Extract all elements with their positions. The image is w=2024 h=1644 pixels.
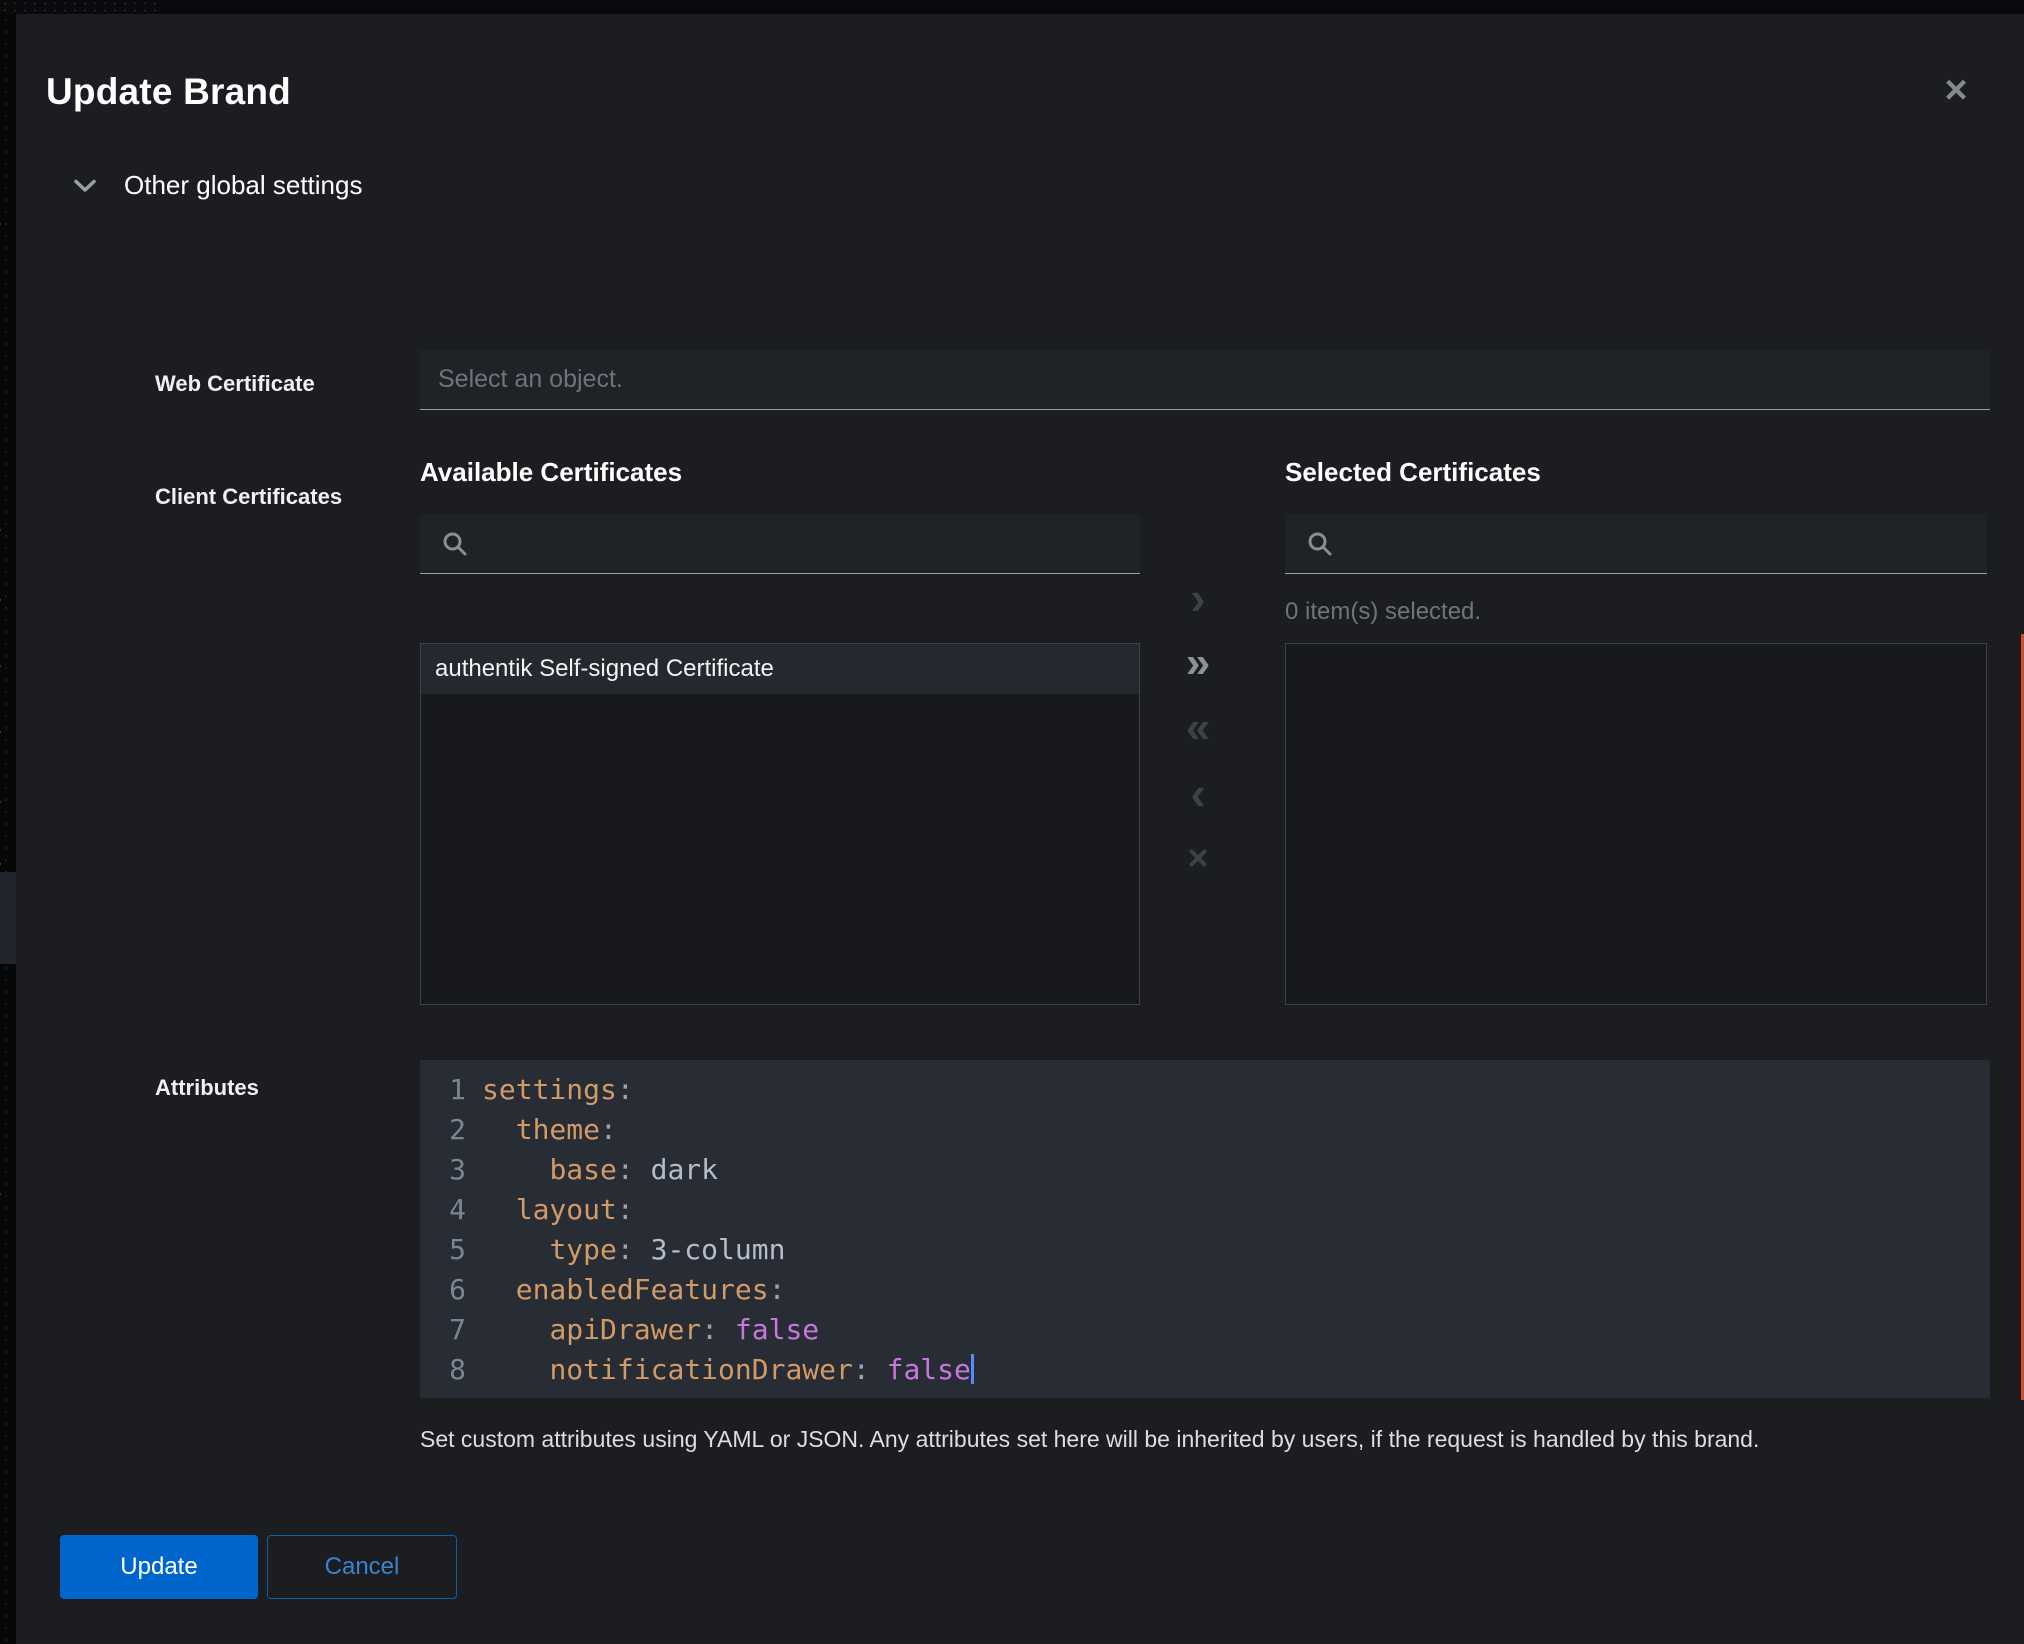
available-certificate-item[interactable]: authentik Self-signed Certificate: [421, 644, 1139, 694]
sidebar-chevron-icon-partial: ›: [0, 852, 13, 872]
text-cursor: [971, 1354, 974, 1384]
transfer-remove-all-button[interactable]: «: [1168, 700, 1228, 756]
section-toggle-other-global-settings[interactable]: Other global settings: [74, 170, 362, 201]
background-sidebar-strip: › › › › › › › ›: [0, 14, 16, 1644]
chevron-down-icon: [74, 179, 96, 193]
selected-certificates-heading: Selected Certificates: [1285, 457, 1541, 488]
modal-title: Update Brand: [46, 71, 291, 113]
sidebar-chevron-icon-partial: ›: [0, 654, 13, 674]
web-certificate-label: Web Certificate: [155, 371, 315, 397]
attributes-help-text: Set custom attributes using YAML or JSON…: [420, 1426, 1980, 1453]
update-brand-modal: Update Brand × Other global settings Web…: [16, 14, 2024, 1644]
available-search-input[interactable]: [420, 514, 1140, 574]
sidebar-active-item-partial: [0, 872, 16, 964]
sidebar-chevron-icon-partial: ›: [0, 212, 13, 232]
transfer-add-selected-button[interactable]: ›: [1168, 570, 1228, 626]
available-certificates-heading: Available Certificates: [420, 457, 682, 488]
code-line: 1settings:: [420, 1070, 1990, 1110]
transfer-clear-button[interactable]: ×: [1168, 830, 1228, 886]
code-line: 7 apiDrawer: false: [420, 1310, 1990, 1350]
available-certificates-list: authentik Self-signed Certificate: [420, 643, 1140, 1005]
transfer-remove-selected-button[interactable]: ‹: [1168, 765, 1228, 821]
sidebar-chevron-icon-partial: ›: [0, 588, 13, 608]
attributes-code-editor[interactable]: 1settings:2 theme:3 base: dark4 layout:5…: [420, 1060, 1990, 1398]
code-line: 4 layout:: [420, 1190, 1990, 1230]
code-line: 6 enabledFeatures:: [420, 1270, 1990, 1310]
sidebar-chevron-icon-partial: ›: [0, 790, 13, 810]
code-line: 3 base: dark: [420, 1150, 1990, 1190]
available-search-wrap: [420, 514, 1140, 574]
cancel-button[interactable]: Cancel: [267, 1535, 457, 1599]
update-brand-page: › › › › › › › › Update Brand × Other global set…: [0, 0, 2024, 1644]
selected-status-text: 0 item(s) selected.: [1285, 598, 1481, 626]
top-background-bar: [0, 0, 2024, 14]
client-certificates-label: Client Certificates: [155, 484, 342, 510]
sidebar-chevron-icon-partial: ›: [0, 720, 13, 740]
sidebar-chevron-icon-partial: ›: [0, 1182, 13, 1202]
selected-certificates-list: [1285, 643, 1987, 1005]
web-certificate-select[interactable]: [420, 350, 1990, 410]
code-line: 5 type: 3-column: [420, 1230, 1990, 1270]
attributes-label: Attributes: [155, 1075, 259, 1101]
search-icon: [1307, 531, 1333, 557]
background-dot-pattern: [0, 0, 160, 14]
transfer-add-all-button[interactable]: »: [1168, 635, 1228, 691]
update-button[interactable]: Update: [60, 1535, 258, 1599]
code-line: 2 theme:: [420, 1110, 1990, 1150]
attributes-code-lines: 1settings:2 theme:3 base: dark4 layout:5…: [420, 1070, 1990, 1390]
search-icon: [442, 531, 468, 557]
sidebar-chevron-icon-partial: ›: [0, 518, 13, 538]
section-label: Other global settings: [124, 170, 362, 201]
code-line: 8 notificationDrawer: false: [420, 1350, 1990, 1390]
selected-search-wrap: [1285, 514, 1987, 574]
close-icon[interactable]: ×: [1932, 66, 1980, 114]
selected-search-input[interactable]: [1285, 514, 1987, 574]
